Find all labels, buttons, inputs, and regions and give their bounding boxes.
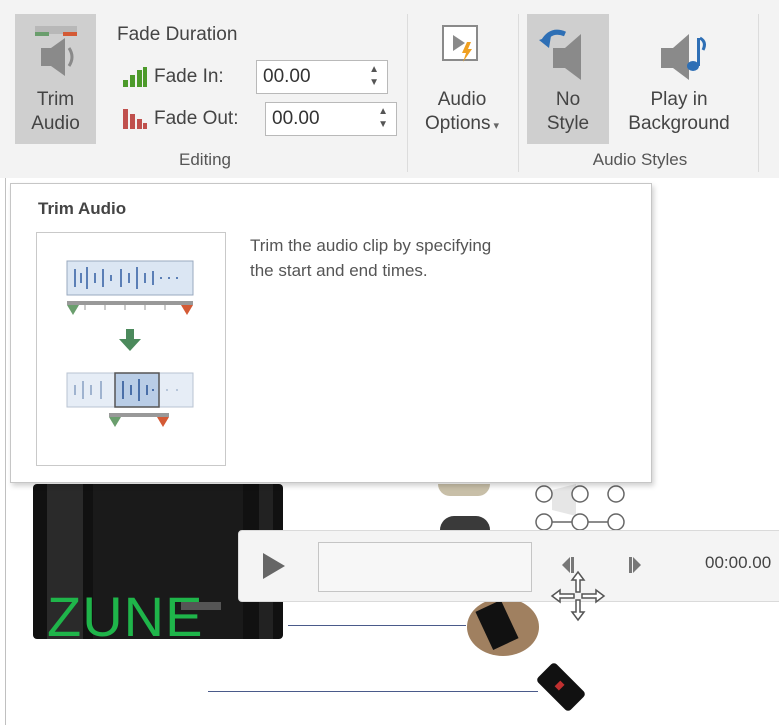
fade-out-spinner-icon[interactable]: ▲ ▼ (378, 105, 388, 131)
trim-illustration-icon (66, 260, 194, 427)
move-cursor-icon (550, 570, 606, 622)
audio-options-icon (442, 25, 478, 62)
play-in-background-label-2: Background (628, 113, 730, 134)
tooltip-description-line-2: the start and end times. (250, 261, 428, 280)
trim-audio-label-2: Audio (31, 113, 80, 134)
no-style-button[interactable]: No Style (527, 14, 609, 144)
play-in-background-button[interactable]: Play in Background (609, 14, 749, 144)
fade-in-icon (123, 67, 147, 87)
ribbon: Trim Audio Fade Duration Fade In: 00.00 … (0, 0, 779, 179)
playback-time: 00:00.00 (705, 553, 772, 572)
thumbnail-circle-phone[interactable] (467, 598, 539, 656)
no-style-icon (539, 29, 581, 80)
tooltip-title: Trim Audio (38, 199, 127, 218)
audio-styles-group-label: Audio Styles (592, 150, 688, 169)
slide-line-2 (208, 691, 538, 692)
fade-out-icon (123, 109, 147, 129)
play-icon[interactable] (261, 551, 287, 581)
play-in-background-icon (661, 34, 706, 80)
fade-out-row: Fade Out: (122, 108, 239, 130)
audio-options-label-2: Options ▾ (417, 112, 507, 138)
tooltip-description: Trim the audio clip by specifying the st… (250, 233, 491, 283)
trim-audio-label-1: Trim (36, 89, 75, 110)
fade-in-row: Fade In: (122, 66, 224, 88)
fade-out-input[interactable]: 00.00 ▲ ▼ (265, 102, 397, 136)
tooltip-illustration (36, 232, 226, 466)
thumbnail-circle-top[interactable] (438, 484, 490, 496)
slide-left-border (5, 178, 6, 725)
slide-line-1 (288, 625, 466, 626)
trim-audio-button[interactable]: Trim Audio (15, 14, 96, 144)
no-style-label-1: No (555, 89, 581, 110)
dropdown-arrow-icon: ▾ (490, 120, 500, 132)
no-style-label-2: Style (546, 113, 590, 134)
fade-duration-title: Fade Duration (117, 24, 238, 45)
fade-in-value: 00.00 (263, 66, 311, 87)
play-in-background-label-1: Play in (650, 89, 708, 110)
audio-options-label-2-text: Options (424, 113, 491, 134)
move-forward-icon[interactable] (625, 553, 647, 577)
zune-text: ZUNE (47, 585, 204, 648)
trim-audio-icon (35, 26, 77, 76)
tooltip-description-line-1: Trim the audio clip by specifying (250, 236, 492, 255)
thumbnail-circle-small[interactable] (440, 516, 490, 530)
trim-audio-tooltip: Trim Audio Trim the audio clip by specif… (10, 183, 652, 483)
fade-in-input[interactable]: 00.00 ▲ ▼ (256, 60, 388, 94)
audio-options-label-1: Audio (437, 89, 487, 110)
playback-progress-bar[interactable] (318, 542, 532, 592)
audio-player: 00:00.00 (238, 530, 779, 602)
audio-options-button[interactable]: Audio Options ▾ (417, 14, 507, 144)
fade-out-label: Fade Out: (154, 108, 239, 129)
fade-in-spinner-icon[interactable]: ▲ ▼ (369, 63, 379, 89)
editing-group-label: Editing (179, 150, 231, 169)
fade-in-label: Fade In: (154, 66, 224, 87)
fade-out-value: 00.00 (272, 108, 320, 129)
